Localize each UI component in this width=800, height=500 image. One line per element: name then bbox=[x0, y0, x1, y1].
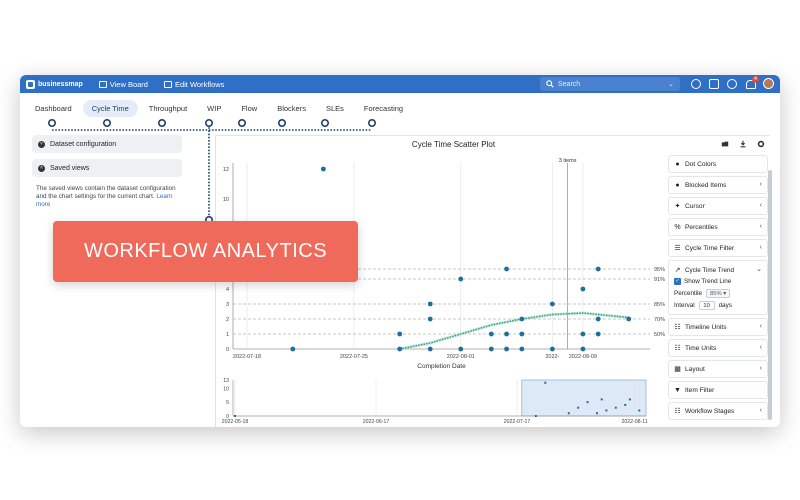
dot-icon: ● bbox=[675, 160, 680, 168]
layout-icon: ▦ bbox=[674, 365, 681, 373]
cursor-icon: ✦ bbox=[674, 202, 681, 210]
time-units-section[interactable]: ☷ Time Units ‹ bbox=[668, 339, 768, 357]
item-filter-section[interactable]: ▼ Item Filter bbox=[668, 381, 768, 399]
blocked-items-section[interactable]: ● Blocked Items ‹ bbox=[668, 176, 768, 194]
chevron-down-icon: ⌄ bbox=[756, 266, 762, 273]
time-units-label: Time Units bbox=[685, 344, 717, 352]
interval-field: Interval 10 days bbox=[674, 299, 762, 311]
right-panel: ● Dot Colors ● Blocked Items ‹ ✦ Cursor … bbox=[668, 155, 768, 423]
timeline-units-section[interactable]: ☷ Timeline Units ‹ bbox=[668, 318, 768, 336]
overview-x-tick-label: 2022-06-17 bbox=[363, 419, 390, 425]
percentile-value: 85% bbox=[710, 290, 722, 297]
chevron-left-icon: ‹ bbox=[759, 244, 762, 251]
overview-selection-window bbox=[521, 379, 647, 417]
item-filter-label: Item Filter bbox=[685, 386, 715, 394]
interval-input[interactable]: 10 bbox=[698, 300, 715, 310]
chevron-left-icon: ‹ bbox=[759, 365, 762, 372]
cursor-label: Cursor bbox=[685, 202, 705, 210]
timeline-icon: ☷ bbox=[674, 323, 681, 331]
overview-data-point bbox=[638, 409, 641, 412]
funnel-icon: ▼ bbox=[674, 386, 681, 394]
blocked-items-label: Blocked Items bbox=[685, 181, 727, 189]
cycle-time-trend-section: ↗ Cycle Time Trend ⌄ ✓ Show Trend Line P… bbox=[668, 260, 768, 315]
cycle-time-trend-header[interactable]: ↗ Cycle Time Trend ⌄ bbox=[674, 264, 762, 276]
show-trend-line-checkbox[interactable]: ✓ Show Trend Line bbox=[674, 276, 762, 287]
chevron-left-icon: ‹ bbox=[759, 181, 762, 188]
timeline-units-label: Timeline Units bbox=[685, 323, 727, 331]
layout-section[interactable]: ▦ Layout ‹ bbox=[668, 360, 768, 378]
overview-data-point bbox=[628, 398, 631, 401]
overview-data-point bbox=[605, 409, 608, 412]
stages-icon: ☷ bbox=[674, 407, 681, 415]
chevron-left-icon: ‹ bbox=[759, 344, 762, 351]
chevron-left-icon: ‹ bbox=[759, 202, 762, 209]
drop-icon: ● bbox=[675, 181, 680, 189]
stage: businessmap View Board Edit Workflows Se… bbox=[0, 0, 800, 500]
percentiles-section[interactable]: % Percentiles ‹ bbox=[668, 218, 768, 236]
interval-unit: days bbox=[718, 301, 732, 309]
overview-data-point bbox=[534, 415, 537, 417]
dot-colors-section[interactable]: ● Dot Colors bbox=[668, 155, 768, 173]
cursor-section[interactable]: ✦ Cursor ‹ bbox=[668, 197, 768, 215]
overview-data-point bbox=[567, 412, 570, 415]
layout-label: Layout bbox=[685, 365, 705, 373]
workflow-analytics-banner: WORKFLOW ANALYTICS bbox=[53, 221, 358, 282]
workflow-stages-section[interactable]: ☷ Workflow Stages ‹ bbox=[668, 402, 768, 420]
overview-x-tick-label: 2022-07-17 bbox=[504, 419, 531, 425]
overview-y-tick-label: 10 bbox=[223, 386, 229, 392]
overview-data-point bbox=[544, 381, 547, 384]
cycle-time-filter-section[interactable]: ☰ Cycle Time Filter ‹ bbox=[668, 239, 768, 257]
clock-icon: ☷ bbox=[674, 344, 681, 352]
overview-data-point bbox=[600, 398, 603, 401]
filter-lines-icon: ☰ bbox=[674, 244, 681, 252]
trend-icon: ↗ bbox=[674, 266, 681, 274]
cycle-time-filter-label: Cycle Time Filter bbox=[685, 244, 735, 252]
interval-label: Interval bbox=[674, 301, 695, 309]
overview-data-point bbox=[624, 403, 627, 406]
overview-data-point bbox=[595, 412, 598, 415]
show-trend-line-label: Show Trend Line bbox=[684, 278, 732, 285]
overview-y-tick-label: 13 bbox=[223, 378, 229, 384]
chevron-left-icon: ‹ bbox=[759, 223, 762, 230]
overview-data-point bbox=[234, 415, 236, 417]
overview-data-point bbox=[577, 406, 580, 409]
percent-icon: % bbox=[674, 223, 681, 231]
checkbox-checked-icon: ✓ bbox=[674, 278, 681, 285]
percentiles-label: Percentiles bbox=[685, 223, 718, 231]
percentile-label: Percentile bbox=[674, 289, 703, 297]
chevron-left-icon: ‹ bbox=[759, 323, 762, 330]
overview-y-tick-label: 5 bbox=[226, 400, 229, 406]
dot-colors-label: Dot Colors bbox=[685, 160, 717, 168]
right-panel-scrollbar[interactable] bbox=[768, 170, 772, 420]
overview-x-tick-label: 2022-08-11 bbox=[622, 419, 648, 425]
percentile-field: Percentile 85% ▾ bbox=[674, 287, 762, 299]
overview-data-point bbox=[586, 401, 589, 404]
chevron-left-icon: ‹ bbox=[759, 407, 762, 414]
overview-data-point bbox=[614, 406, 617, 409]
percentile-select[interactable]: 85% ▾ bbox=[706, 288, 731, 298]
cycle-time-trend-label: Cycle Time Trend bbox=[685, 266, 734, 274]
overview-x-tick-label: 2022-05-18 bbox=[222, 419, 249, 425]
workflow-stages-label: Workflow Stages bbox=[685, 407, 735, 415]
